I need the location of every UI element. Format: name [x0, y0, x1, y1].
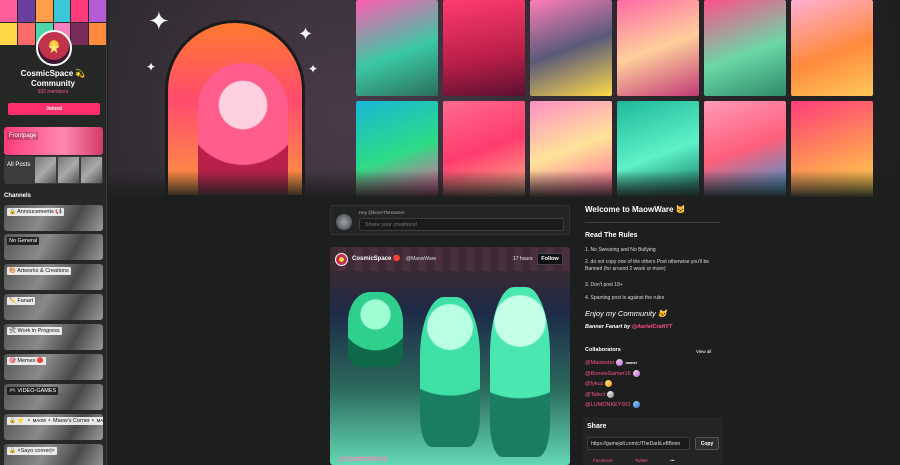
sparkle-icon: ✦: [308, 62, 319, 76]
channel-label: ✏️ Fanart: [7, 297, 36, 305]
feed-post[interactable]: CosmicSpace 🔴 @MaowWare 17 hours Follow …: [330, 247, 570, 465]
channel-label: 🎯 Memes 🔴: [7, 357, 46, 365]
rules-heading: Read The Rules: [585, 232, 638, 239]
collaborator-name[interactable]: @Maowstar: [585, 360, 614, 366]
collaborator-name[interactable]: @BonnieGamer16: [585, 371, 631, 377]
channel-artworks[interactable]: 🎨 Artworks & Creations: [4, 264, 103, 290]
frontpage-label: Frontpage: [7, 132, 39, 140]
channel-work-in-progress[interactable]: 🛠 Work in Progress: [4, 324, 103, 350]
banner-fade: [108, 170, 900, 198]
banner-art-tile: [617, 0, 699, 96]
channel-label: 🔒 ⭐ ▪️ᴍᴀᴏᴡ▪️Maow's Corner▪️ᴍᴀᴏᴡ▪️: [7, 417, 103, 425]
collaborator-link[interactable]: @LUMONKEY001: [585, 401, 640, 408]
banner-credit-link[interactable]: @AerielCraftYT: [632, 324, 673, 330]
post-artwork[interactable]: [330, 247, 570, 465]
sparkle-icon: ✦: [148, 6, 170, 36]
channel-label: 🎨 Artworks & Creations: [7, 267, 71, 275]
rule-item: 1. No Swearing and No Bullying: [585, 247, 656, 253]
channel-fanart[interactable]: ✏️ Fanart: [4, 294, 103, 320]
rule-item: 3. Don't post 18+: [585, 282, 623, 288]
collaborator-name[interactable]: @Tafect: [585, 392, 605, 398]
share-buttons: Facebook Twitter •••: [593, 458, 675, 463]
channel-label: 🔒 ×Sayo corner|×: [7, 447, 57, 455]
banner-credit-prefix: Banner Fanart by: [585, 324, 632, 330]
collaborator-link[interactable]: @Tafect: [585, 391, 615, 398]
collaborator-avatar: [605, 380, 613, 387]
sparkle-icon: ✦: [146, 60, 157, 74]
community-sidebar: ★ CosmicSpace 💫 Community 932 members Jo…: [0, 0, 107, 465]
banner-art-tile: [704, 0, 786, 96]
channel-label: 🛠 Work in Progress: [7, 327, 62, 335]
share-heading: Share: [587, 423, 607, 430]
rule-item: 4. Spaming post is against the rules: [585, 295, 665, 301]
channel-label: 🔒 Annoucements 📢: [7, 208, 65, 216]
divider: [585, 222, 720, 223]
post-watermark: @COSMICSPACE: [338, 457, 389, 463]
community-about-panel: Welcome to MaowWare 🐱: [585, 205, 725, 214]
more-options-icon[interactable]: •••: [670, 458, 675, 463]
all-posts-label: All Posts: [7, 162, 31, 168]
follow-button[interactable]: Follow: [537, 253, 563, 265]
collaborator-avatar: [607, 391, 615, 398]
channel-general[interactable]: No General: [4, 234, 103, 260]
copy-button[interactable]: Copy: [695, 437, 719, 450]
channel-maows-corner[interactable]: 🔒 ⭐ ▪️ᴍᴀᴏᴡ▪️Maow's Corner▪️ᴍᴀᴏᴡ▪️: [4, 414, 103, 440]
community-avatar[interactable]: ★: [36, 30, 72, 66]
channel-video-games[interactable]: 🎮 VIDEO-GAMES: [4, 384, 103, 410]
banner-credit: Banner Fanart by @AerielCraftYT: [585, 324, 672, 330]
owner-badge: owner: [625, 360, 638, 365]
share-creations-input[interactable]: [359, 218, 564, 231]
facebook-share-button[interactable]: Facebook: [593, 458, 613, 463]
post-composer: Hey @boneTheGamer: [330, 205, 570, 235]
banner-art-tile: [530, 0, 612, 96]
collaborators-heading: Collaborators: [585, 347, 621, 353]
twitter-share-button[interactable]: Twitter: [635, 458, 648, 463]
sidebar-item-all-posts[interactable]: All Posts: [4, 156, 103, 184]
member-count[interactable]: 932 members: [4, 89, 102, 95]
collaborator-name[interactable]: @LUMONKEY001: [585, 402, 631, 408]
composer-greeting: Hey @boneTheGamer: [359, 210, 405, 215]
joined-button[interactable]: Joined: [8, 103, 100, 115]
post-author-handle[interactable]: @MaowWare: [406, 256, 436, 262]
post-header: CosmicSpace 🔴 @MaowWare 17 hours Follow: [330, 247, 570, 271]
rule-item: 2. do not copy one of the others Post ot…: [585, 259, 710, 272]
collaborator-avatar: [632, 370, 640, 377]
community-name[interactable]: CosmicSpace 💫 Community: [4, 69, 102, 89]
share-panel: Share Copy Facebook Twitter •••: [583, 417, 723, 465]
banner-art-tile: [791, 0, 873, 96]
sparkle-icon: ✦: [298, 24, 314, 44]
channel-label: 🎮 VIDEO-GAMES: [7, 387, 59, 395]
channel-announcements[interactable]: 🔒 Annoucements 📢: [4, 205, 103, 231]
collaborator-avatar: [616, 359, 624, 366]
channel-memes[interactable]: 🎯 Memes 🔴: [4, 354, 103, 380]
collaborator-name[interactable]: @fykuz: [585, 381, 603, 387]
post-author-avatar[interactable]: [335, 253, 348, 266]
banner-art-tile: [443, 0, 525, 96]
view-all-link[interactable]: View all: [696, 349, 711, 354]
all-posts-thumbnails: [34, 156, 103, 184]
sidebar-item-frontpage[interactable]: Frontpage: [4, 127, 103, 155]
collaborator-link[interactable]: @BonnieGamer16: [585, 370, 640, 377]
channel-label: No General: [7, 237, 40, 245]
welcome-title: Welcome to MaowWare 🐱: [585, 205, 686, 214]
user-avatar[interactable]: [336, 214, 352, 230]
post-timestamp: 17 hours: [513, 256, 533, 262]
channel-sayo-corner[interactable]: 🔒 ×Sayo corner|×: [4, 444, 103, 465]
collaborator-link[interactable]: @fykuz: [585, 380, 613, 387]
share-url-field[interactable]: [587, 437, 690, 450]
post-author-name[interactable]: CosmicSpace 🔴: [352, 255, 401, 262]
banner-art-tile: [356, 0, 438, 96]
enjoy-text: Enjoy my Community 🐱: [585, 309, 668, 318]
collaborator-avatar: [632, 401, 640, 408]
channels-heading: Channels: [4, 193, 32, 199]
collaborator-link[interactable]: @Maowstar owner: [585, 359, 637, 366]
community-header-banner: ✦ ✦ ✦ ✦: [108, 0, 900, 197]
